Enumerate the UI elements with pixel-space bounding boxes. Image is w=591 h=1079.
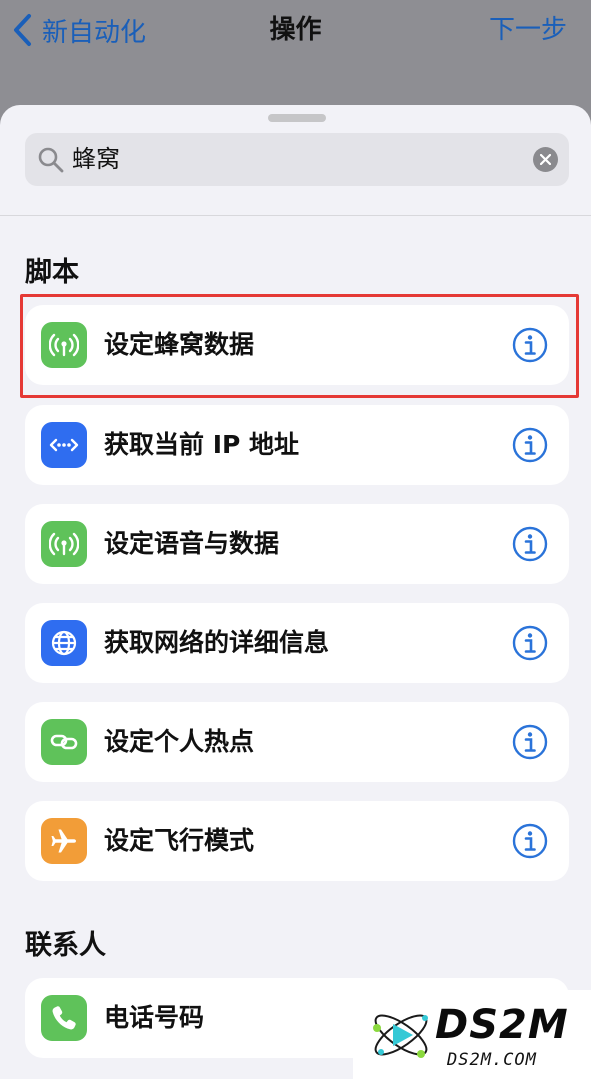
- cellular-antenna-icon: [41, 521, 87, 567]
- airplane-icon: [41, 818, 87, 864]
- info-icon[interactable]: [512, 823, 548, 859]
- action-row-set-cellular-data[interactable]: 设定蜂窝数据: [25, 305, 569, 385]
- action-row-set-voice-data[interactable]: 设定语音与数据: [25, 504, 569, 584]
- action-row-get-current-ip[interactable]: 获取当前 IP 地址: [25, 405, 569, 485]
- search-input[interactable]: 蜂窝: [72, 133, 120, 186]
- action-row-set-personal-hotspot[interactable]: 设定个人热点: [25, 702, 569, 782]
- watermark-title: DS2M: [435, 1002, 569, 1048]
- action-label: 设定个人热点: [104, 727, 255, 756]
- chain-link-icon: [41, 719, 87, 765]
- globe-icon: [41, 620, 87, 666]
- action-label: 获取当前 IP 地址: [104, 430, 300, 459]
- section-header-scripts: 脚本: [25, 257, 79, 288]
- divider: [0, 215, 591, 216]
- action-label: 电话号码: [104, 1003, 205, 1032]
- action-row-set-airplane-mode[interactable]: 设定飞行模式: [25, 801, 569, 881]
- action-row-get-network-details[interactable]: 获取网络的详细信息: [25, 603, 569, 683]
- section-header-contacts: 联系人: [25, 930, 106, 961]
- search-field[interactable]: 蜂窝: [25, 133, 569, 186]
- ip-dots-icon: [41, 422, 87, 468]
- info-icon[interactable]: [512, 427, 548, 463]
- action-label: 设定飞行模式: [104, 826, 255, 855]
- watermark-logo-icon: [373, 1014, 428, 1058]
- clear-search-button[interactable]: [533, 147, 558, 172]
- next-button[interactable]: 下一步: [489, 10, 567, 50]
- watermark: DS2M DS2M.COM: [353, 990, 591, 1079]
- info-icon[interactable]: [512, 327, 548, 363]
- watermark-subtitle: DS2M.COM: [447, 1050, 537, 1070]
- action-label: 设定蜂窝数据: [104, 330, 255, 359]
- close-icon: [540, 154, 551, 165]
- phone-icon: [41, 995, 87, 1041]
- actions-sheet: 蜂窝 脚本 设定蜂窝数据 获取当前 IP 地址 设定语音与数据 获取网络的详细信…: [0, 105, 591, 1079]
- search-icon: [38, 147, 64, 173]
- cellular-antenna-icon: [41, 322, 87, 368]
- navigation-bar: 新自动化 操作 下一步: [0, 0, 591, 105]
- info-icon[interactable]: [512, 724, 548, 760]
- action-label: 设定语音与数据: [104, 529, 280, 558]
- action-label: 获取网络的详细信息: [104, 628, 330, 657]
- info-icon[interactable]: [512, 526, 548, 562]
- screen: 新自动化 操作 下一步 蜂窝 脚本 设定蜂窝数据 获取当前 IP 地址 设定语音…: [0, 0, 591, 1079]
- sheet-grabber[interactable]: [268, 114, 326, 122]
- info-icon[interactable]: [512, 625, 548, 661]
